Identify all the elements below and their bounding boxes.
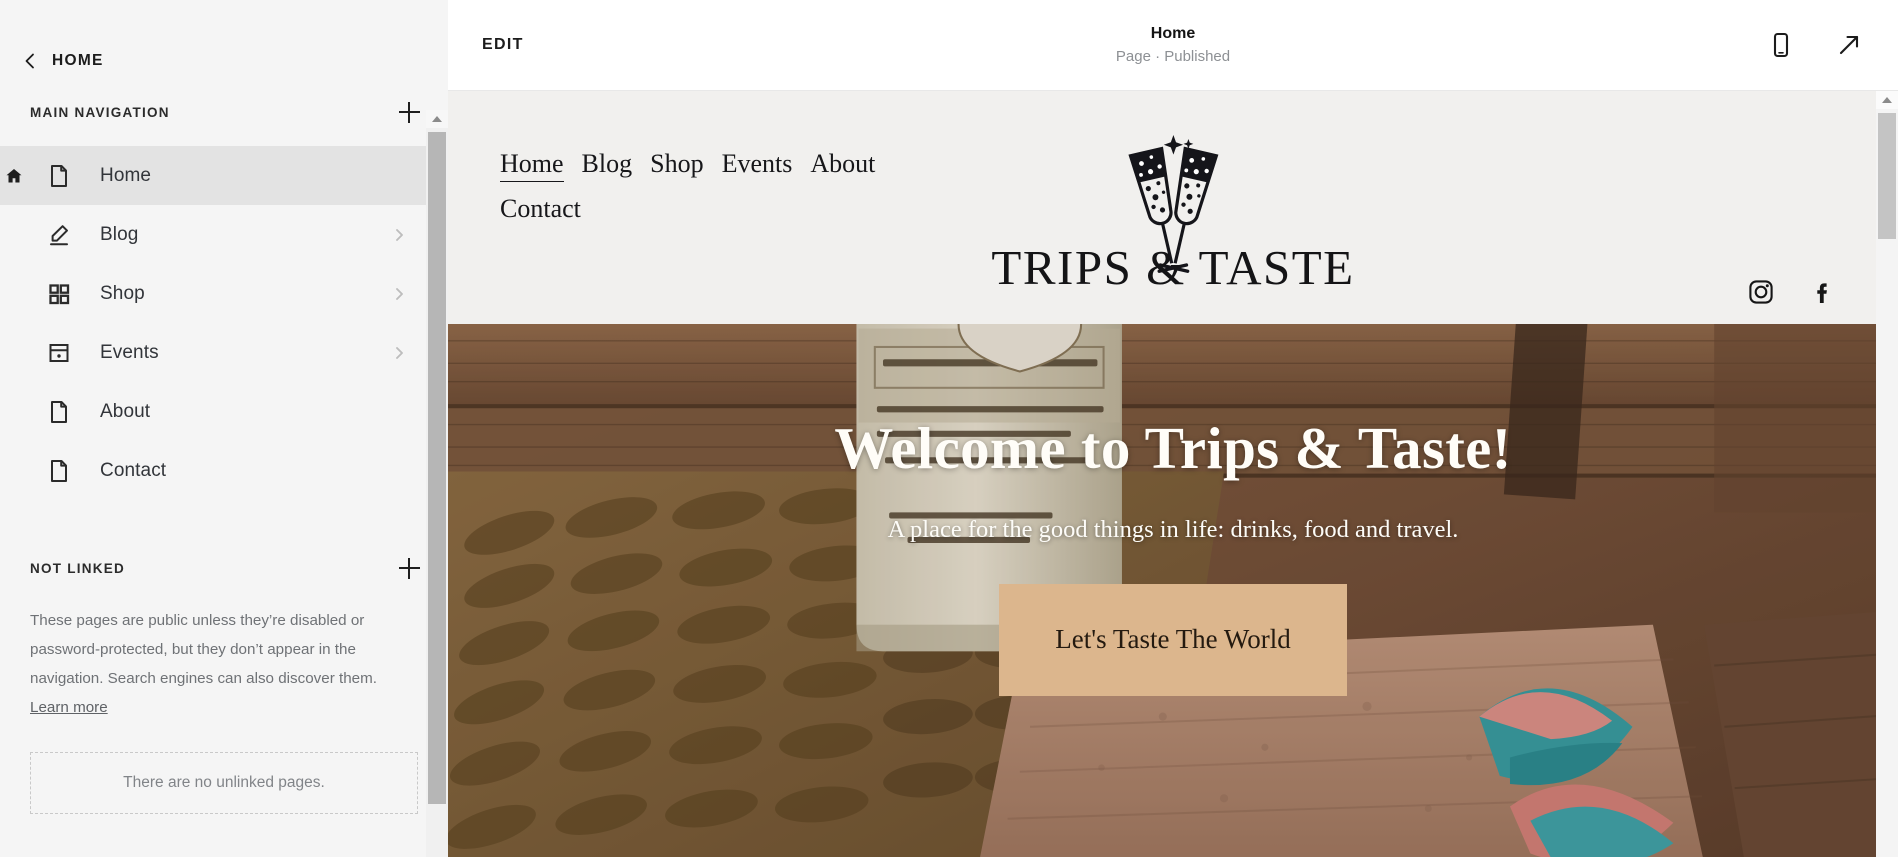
hero-cta-button[interactable]: Let's Taste The World [999,583,1347,696]
back-label: HOME [52,52,104,69]
home-marker-icon [4,166,24,186]
not-linked-description-text: These pages are public unless they’re di… [30,612,377,687]
topbar-actions [1766,30,1864,60]
pen-icon [46,222,72,248]
site-preview-canvas: Home Blog Shop Events About Contact TRIPS… [448,91,1898,857]
sidebar-item-label: Events [100,341,159,363]
site-nav-home[interactable]: Home [500,149,564,182]
chevron-right-icon[interactable] [393,287,406,300]
not-linked-description: These pages are public unless they’re di… [0,594,448,722]
site-nav-about[interactable]: About [810,149,875,179]
squarespace-page-editor: HOME MAIN NAVIGATION Home Blog Shop Even… [0,0,1898,857]
sidebar-item-shop[interactable]: Shop [0,264,448,323]
site-logo[interactable]: TRIPS & TASTE [991,127,1354,292]
site-navigation: Home Blog Shop Events About Contact [500,149,920,236]
site-nav-contact[interactable]: Contact [500,194,581,224]
page-icon [46,163,72,189]
not-linked-empty-text: There are no unlinked pages. [123,774,325,791]
sidebar-item-blog[interactable]: Blog [0,205,448,264]
hero-banner: Welcome to Trips & Taste! A place for th… [448,324,1898,857]
canvas-scrollbar[interactable] [1876,91,1898,857]
scroll-up-arrow-icon[interactable] [426,110,448,128]
add-unlinked-page-button[interactable] [396,555,422,581]
hero-content: Welcome to Trips & Taste! A place for th… [448,324,1898,857]
sidebar-item-label: About [100,400,151,422]
page-icon [46,458,72,484]
sidebar-item-label: Home [100,164,152,186]
canvas-scrollbar-thumb[interactable] [1878,113,1896,239]
chevron-right-icon[interactable] [393,228,406,241]
learn-more-link[interactable]: Learn more [30,699,108,716]
page-icon [46,399,72,425]
page-status: Page · Published [1115,48,1231,66]
sidebar-item-label: Shop [100,282,145,304]
mobile-preview-icon[interactable] [1766,30,1796,60]
facebook-icon[interactable] [1810,279,1836,305]
pages-sidebar: HOME MAIN NAVIGATION Home Blog Shop Even… [0,0,448,857]
not-linked-header: NOT LINKED [0,542,448,594]
main-navigation-header: MAIN NAVIGATION [0,86,448,138]
sidebar-item-home[interactable]: Home [0,146,448,205]
main-navigation-list: Home Blog Shop Events About Contact [0,146,448,500]
site-nav-blog[interactable]: Blog [582,149,633,179]
instagram-icon[interactable] [1748,279,1774,305]
page-info: Home Page · Published [1116,23,1230,68]
main-navigation-title: MAIN NAVIGATION [30,104,170,120]
site-header: Home Blog Shop Events About Contact TRIPS… [448,91,1898,324]
sidebar-item-label: Contact [100,459,167,481]
back-to-home-button[interactable]: HOME [0,0,448,86]
social-links [1748,279,1836,305]
sidebar-item-events[interactable]: Events [0,323,448,382]
editor-topbar: EDIT Home Page · Published [448,0,1898,91]
not-linked-empty-state: There are no unlinked pages. [30,752,418,814]
window-icon [46,340,72,366]
site-logo-text: TRIPS & TASTE [991,240,1355,295]
add-page-to-main-navigation-button[interactable] [396,99,422,125]
sidebar-scrollbar-thumb[interactable] [428,132,446,804]
hero-title: Welcome to Trips & Taste! [834,415,1512,481]
not-linked-section: NOT LINKED These pages are public unless… [0,542,448,814]
sidebar-item-about[interactable]: About [0,382,448,441]
sidebar-item-contact[interactable]: Contact [0,441,448,500]
editor-main-panel: EDIT Home Page · Published Home Blog Sho… [448,0,1898,857]
edit-button[interactable]: EDIT [482,36,524,54]
sidebar-item-label: Blog [100,223,139,245]
hero-subtitle: A place for the good things in life: dri… [887,515,1459,543]
page-title: Home [1150,24,1196,42]
sidebar-scrollbar[interactable] [426,110,448,857]
chevron-right-icon[interactable] [393,346,406,359]
scroll-up-arrow-icon[interactable] [1876,91,1898,109]
site-nav-shop[interactable]: Shop [650,149,703,179]
chevron-left-icon [22,53,38,69]
open-external-icon[interactable] [1834,30,1864,60]
grid-icon [46,281,72,307]
not-linked-title: NOT LINKED [30,560,125,576]
site-nav-events[interactable]: Events [722,149,793,179]
